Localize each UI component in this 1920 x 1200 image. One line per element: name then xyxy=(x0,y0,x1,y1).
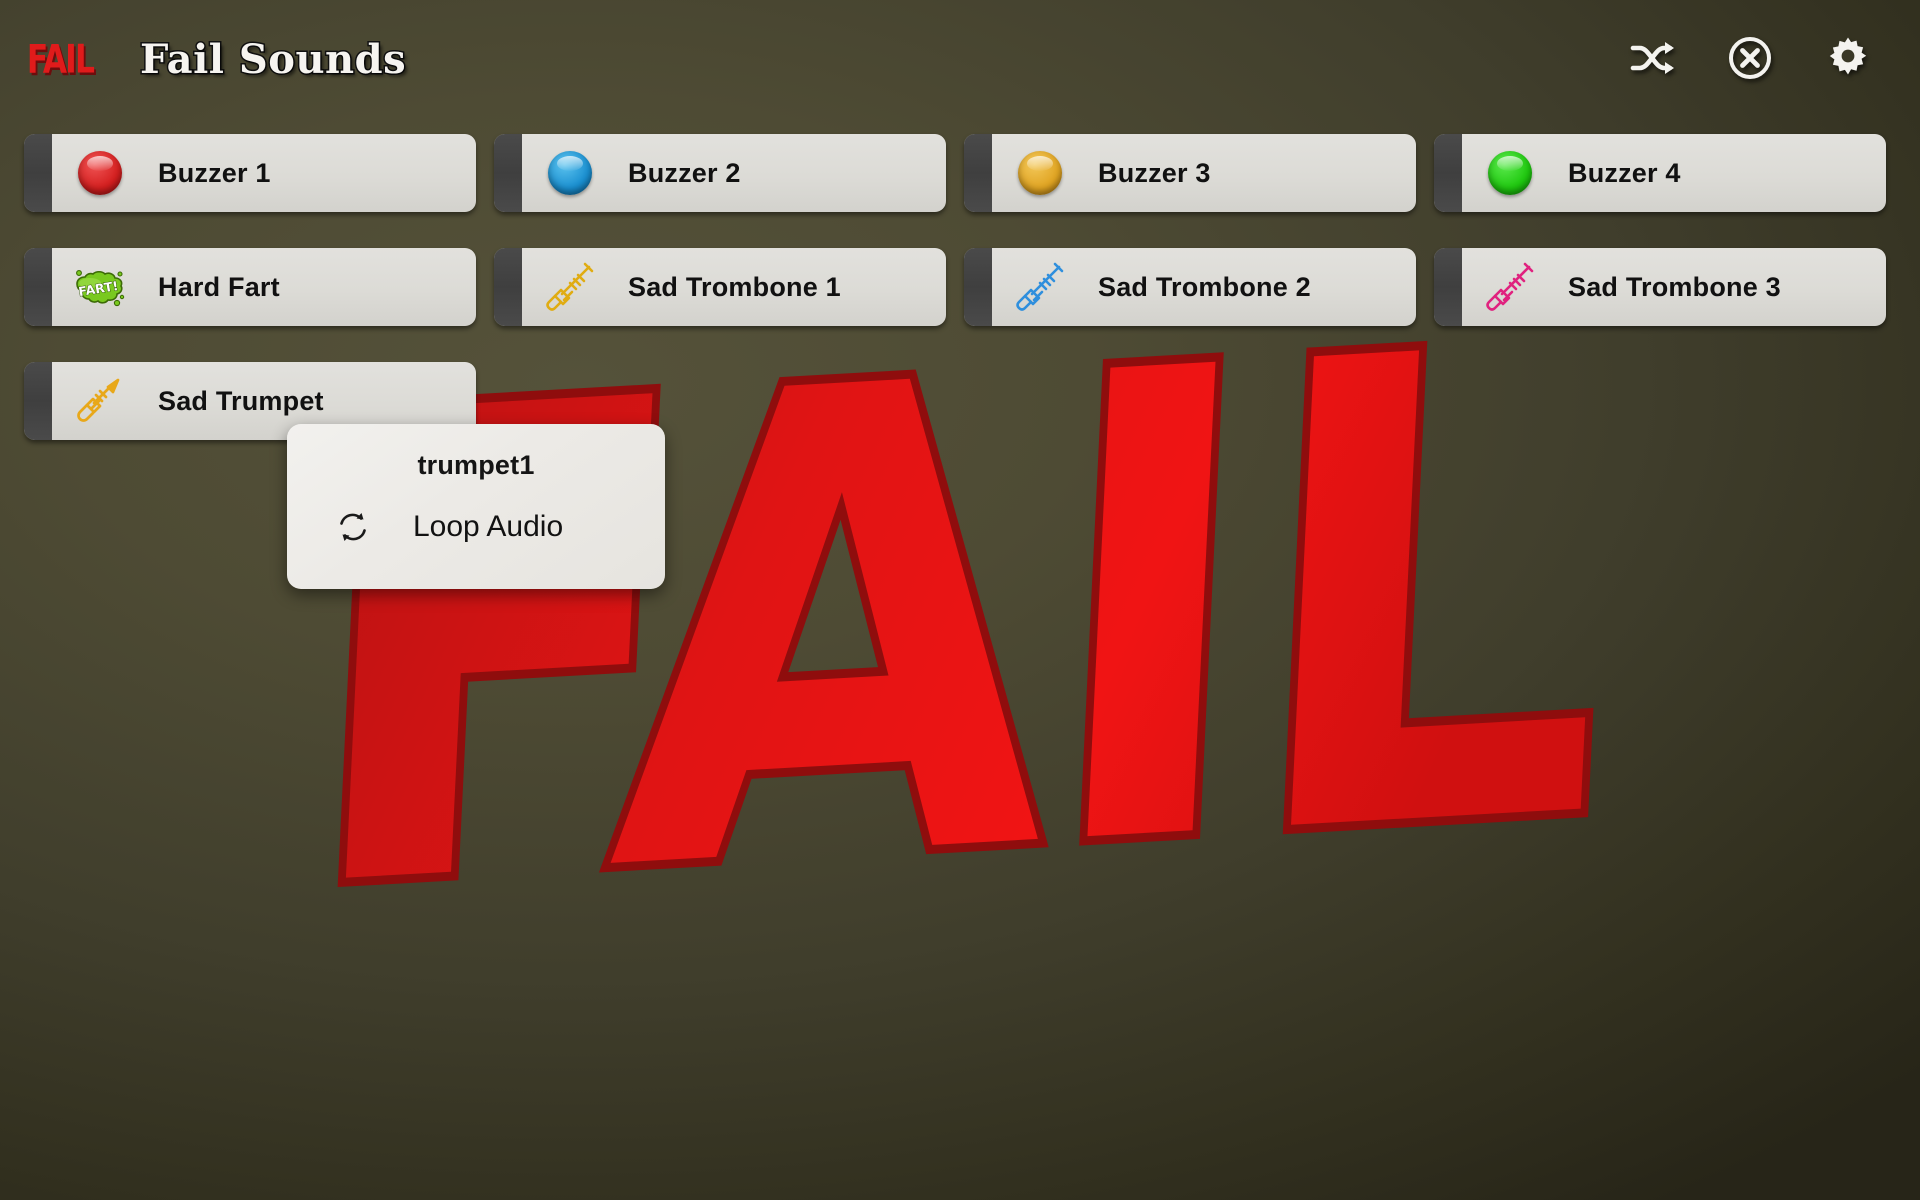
sound-button-label: Sad Trombone 3 xyxy=(1568,271,1781,302)
button-edge-accent xyxy=(24,134,52,212)
loop-icon xyxy=(335,509,371,545)
menu-item-loop-audio[interactable]: Loop Audio xyxy=(287,509,665,545)
sound-button-hard-fart[interactable]: FART! Hard Fart xyxy=(24,248,476,326)
blue-ball-icon xyxy=(534,134,606,212)
sound-button-buzzer-4[interactable]: Buzzer 4 xyxy=(1434,134,1886,212)
button-edge-accent xyxy=(24,362,52,440)
red-ball-icon xyxy=(64,134,136,212)
sound-button-label: Buzzer 4 xyxy=(1568,157,1681,188)
button-edge-accent xyxy=(1434,134,1462,212)
sound-button-label: Sad Trombone 1 xyxy=(628,271,841,302)
sound-button-label: Sad Trumpet xyxy=(158,385,324,416)
sound-button-buzzer-1[interactable]: Buzzer 1 xyxy=(24,134,476,212)
stop-icon[interactable] xyxy=(1724,32,1776,84)
sound-button-label: Buzzer 3 xyxy=(1098,157,1211,188)
button-edge-accent xyxy=(494,134,522,212)
sound-button-buzzer-3[interactable]: Buzzer 3 xyxy=(964,134,1416,212)
sound-button-label: Hard Fart xyxy=(158,271,280,302)
sound-button-label: Buzzer 2 xyxy=(628,157,741,188)
button-edge-accent xyxy=(964,134,992,212)
sound-button-buzzer-2[interactable]: Buzzer 2 xyxy=(494,134,946,212)
sound-button-sad-trombone-3[interactable]: Sad Trombone 3 xyxy=(1434,248,1886,326)
button-edge-accent xyxy=(1434,248,1462,326)
fart-cloud-icon: FART! xyxy=(64,248,136,326)
menu-item-label: Loop Audio xyxy=(413,510,564,543)
brand-logo: FAIL xyxy=(26,37,95,83)
page-title: Fail Sounds xyxy=(138,34,407,84)
green-ball-icon xyxy=(1474,134,1546,212)
context-menu: trumpet1 Loop Audio xyxy=(287,424,665,589)
orange-ball-icon xyxy=(1004,134,1076,212)
trumpet-icon xyxy=(64,362,136,440)
gear-icon[interactable] xyxy=(1822,32,1874,84)
header-actions xyxy=(1626,32,1874,84)
trombone-icon xyxy=(1004,248,1076,326)
app-header: FAIL Fail Sounds xyxy=(0,0,1920,112)
context-menu-title: trumpet1 xyxy=(417,450,535,480)
sound-button-label: Buzzer 1 xyxy=(158,157,271,188)
trombone-icon xyxy=(534,248,606,326)
sound-button-label: Sad Trombone 2 xyxy=(1098,271,1311,302)
button-edge-accent xyxy=(964,248,992,326)
button-edge-accent xyxy=(24,248,52,326)
shuffle-icon[interactable] xyxy=(1626,32,1678,84)
trombone-icon xyxy=(1474,248,1546,326)
button-edge-accent xyxy=(494,248,522,326)
sound-button-sad-trombone-1[interactable]: Sad Trombone 1 xyxy=(494,248,946,326)
sound-button-sad-trombone-2[interactable]: Sad Trombone 2 xyxy=(964,248,1416,326)
